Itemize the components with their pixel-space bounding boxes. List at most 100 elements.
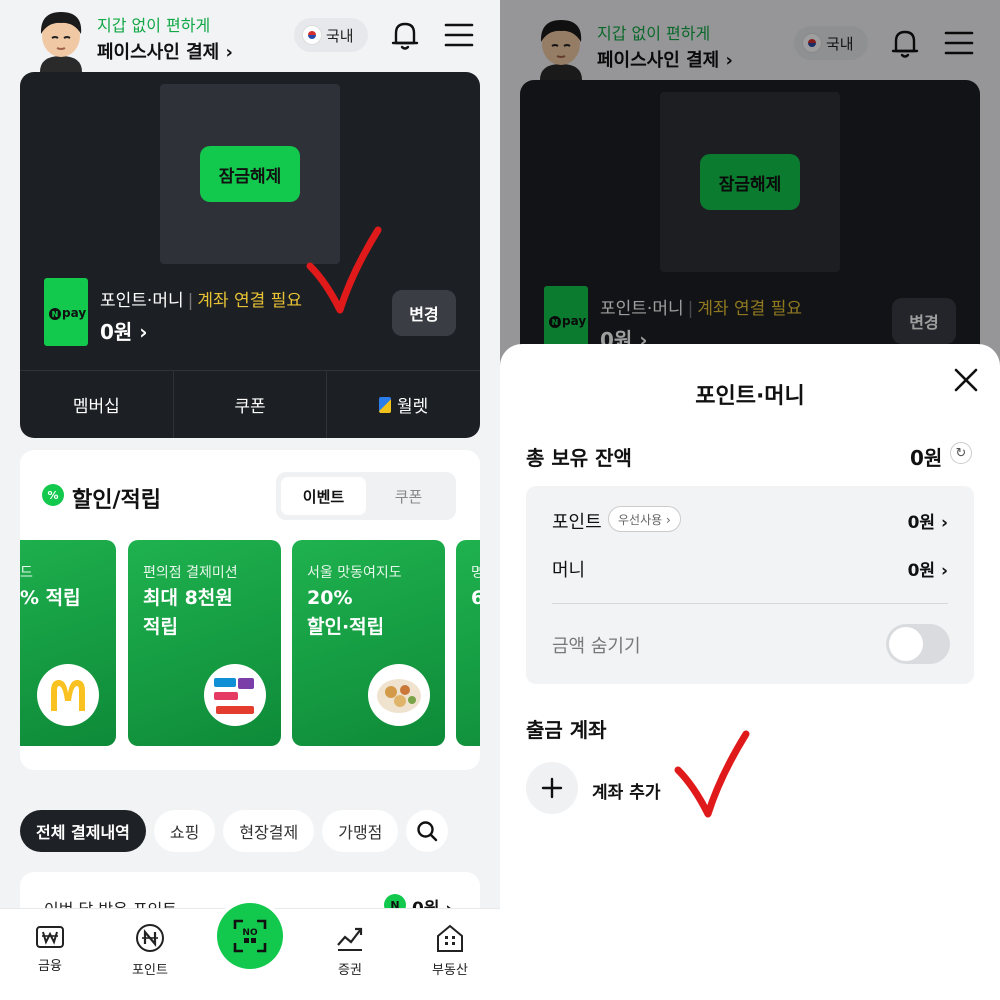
nav-real-estate[interactable]: 부동산 <box>415 923 485 978</box>
promo-card[interactable]: 드 % 적립 <box>20 540 116 746</box>
store-logos-icon <box>214 678 254 714</box>
tab-membership[interactable]: 멤버십 <box>20 371 174 438</box>
total-balance-value: 0원 <box>910 446 943 470</box>
npay-logo-text: pay <box>62 306 87 320</box>
promo-headline: 6 <box>471 587 480 609</box>
convenience-store-logos <box>204 664 266 726</box>
points-n-icon <box>136 924 164 952</box>
divider <box>552 603 948 604</box>
payment-card: 잠금해제 N pay 포인트·머니 | 계좌 연결 필요 0원 › 변경 멤버십 쿠… <box>20 72 480 438</box>
point-label: 포인트 <box>552 512 602 533</box>
plus-icon <box>541 777 563 799</box>
account-warning: 계좌 연결 필요 <box>197 291 302 311</box>
nav-real-estate-label: 부동산 <box>432 963 468 978</box>
screenshot-root: 지갑 없이 편하게 페이스사인 결제 › 국내 잠금해제 N pay 포인트·머… <box>0 0 1000 1000</box>
main-screen: 지갑 없이 편하게 페이스사인 결제 › 국내 잠금해제 N pay 포인트·머… <box>0 0 500 1000</box>
balance-breakdown: 포인트 우선사용 › 0원 › 머니 0원 › 금액 숨기기 <box>526 486 974 684</box>
segment-event[interactable]: 이벤트 <box>281 477 366 515</box>
money-value: 0원 › <box>907 561 948 581</box>
promo-card[interactable]: 서울 맛동여지도 20% 할인·적립 <box>292 540 445 746</box>
card-tabs: 멤버십 쿠폰 월렛 <box>20 370 480 438</box>
food-dish-image <box>368 664 430 726</box>
promo-subtitle: 드 <box>20 565 33 581</box>
promo-headline: 20% 할인·적립 <box>307 587 385 638</box>
korea-flag-icon <box>302 25 322 45</box>
stocks-chart-icon <box>337 927 363 951</box>
npay-n-icon: N <box>49 308 61 320</box>
discount-section: % 할인/적립 이벤트 쿠폰 드 % 적립 편의점 결제미션 최대 8천원 적립 <box>20 450 480 770</box>
red-check-annotation <box>674 730 750 818</box>
promo-carousel[interactable]: 드 % 적립 편의점 결제미션 최대 8천원 적립 서울 맛동여지도 20% 할… <box>20 540 480 746</box>
points-money-status: 포인트·머니 | 계좌 연결 필요 <box>100 286 302 311</box>
unlock-button[interactable]: 잠금해제 <box>200 146 300 202</box>
promo-card[interactable]: 편의점 결제미션 최대 8천원 적립 <box>128 540 281 746</box>
bell-icon[interactable] <box>388 18 422 52</box>
mcdonalds-logo <box>37 664 99 726</box>
promo-subtitle: 편의점 결제미션 <box>143 565 238 581</box>
promo-headline: % 적립 <box>20 587 81 609</box>
promo-subtitle: 명 <box>471 565 480 581</box>
money-row[interactable]: 머니 0원 › <box>552 554 948 584</box>
avatar[interactable] <box>34 6 88 72</box>
hide-amount-label: 금액 숨기기 <box>552 636 641 657</box>
promo-subtitle: 서울 맛동여지도 <box>307 565 402 581</box>
add-account-button[interactable] <box>526 762 578 814</box>
change-button[interactable]: 변경 <box>392 290 456 336</box>
segment-coupon[interactable]: 쿠폰 <box>366 477 451 515</box>
close-icon[interactable] <box>952 366 980 394</box>
hamburger-menu-icon[interactable] <box>444 22 474 48</box>
header-subtitle: 지갑 없이 편하게 <box>97 16 211 35</box>
priority-use-tag[interactable]: 우선사용 › <box>608 506 681 532</box>
history-filter-chips: 전체 결제내역 쇼핑 현장결제 가맹점 <box>20 810 480 854</box>
search-button[interactable] <box>406 810 449 852</box>
header: 지갑 없이 편하게 페이스사인 결제 › 국내 <box>0 0 500 72</box>
hide-amount-toggle[interactable] <box>886 624 950 664</box>
withdrawal-account-label: 출금 계좌 <box>526 718 607 742</box>
svg-text:NO: NO <box>242 928 258 938</box>
food-dish-icon <box>377 679 421 713</box>
discount-icon: % <box>42 484 64 506</box>
region-selector[interactable]: 국내 <box>294 18 368 52</box>
filter-merchant[interactable]: 가맹점 <box>322 810 399 852</box>
add-account-label[interactable]: 계좌 추가 <box>592 778 660 803</box>
promo-card[interactable]: 명 6 <box>456 540 480 746</box>
finance-won-icon <box>36 926 64 948</box>
label-separator: | <box>187 291 194 311</box>
npay-logo: N pay <box>44 278 88 346</box>
tab-wallet-label: 월렛 <box>397 397 429 417</box>
money-label: 머니 <box>552 560 586 581</box>
facesign-payment-link[interactable]: 페이스사인 결제 › <box>97 38 233 64</box>
point-row[interactable]: 포인트 우선사용 › 0원 › <box>552 506 948 536</box>
qr-scan-icon: NO <box>233 919 267 953</box>
discount-segment-control: 이벤트 쿠폰 <box>276 472 456 520</box>
points-money-amount[interactable]: 0원 › <box>100 316 148 345</box>
region-label: 국내 <box>326 26 354 45</box>
promo-headline: 최대 8천원 적립 <box>143 587 233 638</box>
search-icon <box>417 821 438 842</box>
nav-points-label: 포인트 <box>132 963 168 978</box>
points-money-label: 포인트·머니 <box>100 291 184 311</box>
filter-all-history[interactable]: 전체 결제내역 <box>20 810 146 852</box>
nav-stocks-label: 증권 <box>338 963 362 978</box>
sheet-title: 포인트·머니 <box>695 384 805 409</box>
scan-pay-button[interactable]: NO <box>217 903 283 969</box>
tab-wallet[interactable]: 월렛 <box>327 371 480 438</box>
total-balance-label: 총 보유 잔액 <box>526 446 632 470</box>
discount-title: 할인/적립 <box>72 488 161 513</box>
mcdonalds-arches-icon <box>51 680 85 711</box>
points-money-bottom-sheet: 포인트·머니 총 보유 잔액 0원 ↻ 포인트 우선사용 › 0원 › 머니 0… <box>500 344 1000 1000</box>
real-estate-house-icon <box>437 924 463 952</box>
wallet-icon <box>379 396 392 413</box>
refresh-icon[interactable]: ↻ <box>950 442 972 464</box>
filter-shopping[interactable]: 쇼핑 <box>153 810 216 852</box>
filter-onsite-payment[interactable]: 현장결제 <box>223 810 315 852</box>
nav-points[interactable]: 포인트 <box>115 923 185 978</box>
locked-qr-area: 잠금해제 <box>160 84 340 264</box>
point-value: 0원 › <box>907 513 948 533</box>
nav-finance-label: 금융 <box>38 959 62 974</box>
nav-stocks[interactable]: 증권 <box>315 923 385 978</box>
nav-finance[interactable]: 금융 <box>15 923 85 974</box>
bottom-navigation: 금융 포인트 NO 증권 부동산 <box>0 903 500 1000</box>
tab-coupon[interactable]: 쿠폰 <box>174 371 328 438</box>
points-money-sheet-screen: 지갑 없이 편하게 페이스사인 결제 › 국내 잠금해제 N pay 포인트·머… <box>500 0 1000 1000</box>
